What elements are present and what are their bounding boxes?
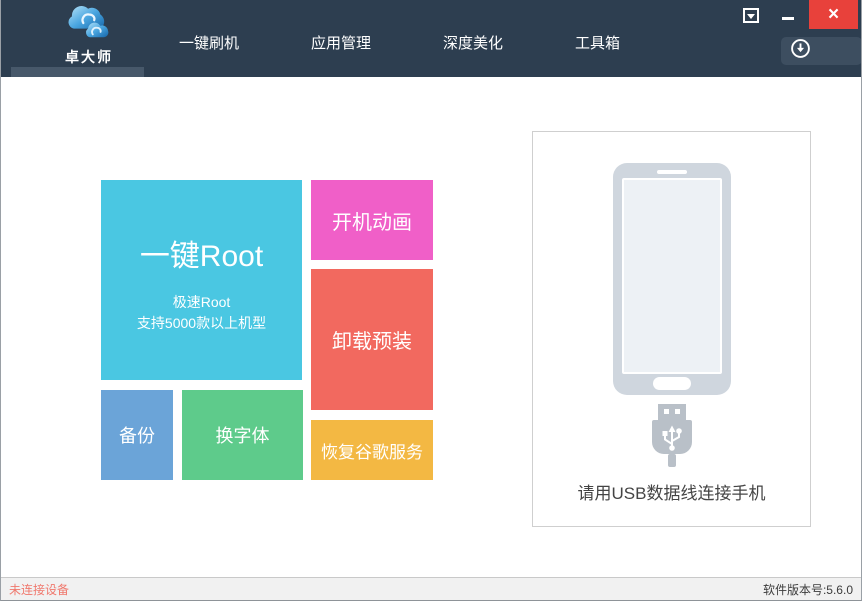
tile-root-sub-line1: 极速Root — [137, 292, 266, 313]
close-button[interactable]: × — [809, 0, 858, 29]
tile-backup[interactable]: 备份 — [101, 390, 173, 480]
phone-home-button — [653, 377, 691, 390]
cloud-logo-icon — [64, 5, 114, 46]
tile-uninstall-preinstalled[interactable]: 卸载预装 — [311, 269, 433, 410]
nav-item-beautify[interactable]: 深度美化 — [443, 32, 503, 53]
close-icon: × — [828, 4, 839, 26]
app-logo: 卓大师 — [49, 5, 129, 67]
tile-restore-google-label: 恢复谷歌服务 — [321, 438, 423, 463]
phone-screen — [622, 178, 722, 374]
nav-item-flash[interactable]: 一键刷机 — [179, 32, 239, 53]
smartphone-outline-icon — [613, 163, 731, 395]
status-bar: 未连接设备 软件版本号:5.6.0 — [1, 577, 861, 600]
download-button[interactable] — [781, 37, 862, 65]
device-status-text: 未连接设备 — [9, 581, 69, 598]
tile-restore-google-services[interactable]: 恢复谷歌服务 — [311, 420, 433, 480]
download-circle-icon — [790, 38, 811, 64]
logo-wordmark: 卓大师 — [65, 47, 113, 67]
phone-speaker — [657, 170, 687, 174]
tile-uninstall-label: 卸载预装 — [332, 325, 412, 354]
main-nav: 一键刷机 应用管理 深度美化 工具箱 — [179, 32, 620, 53]
header-bar: 卓大师 一键刷机 应用管理 深度美化 工具箱 × — [1, 0, 861, 77]
chevron-down-icon — [747, 14, 755, 19]
tile-change-font-label: 换字体 — [216, 422, 270, 448]
minimize-button[interactable] — [779, 8, 797, 24]
active-tab-indicator — [11, 67, 144, 77]
tile-change-font[interactable]: 换字体 — [182, 390, 303, 480]
minimize-icon — [782, 17, 794, 20]
skin-dropdown-button[interactable] — [743, 8, 759, 23]
usb-plug-icon — [647, 404, 697, 473]
app-window: 卓大师 一键刷机 应用管理 深度美化 工具箱 × — [0, 0, 862, 601]
connect-usb-message: 请用USB数据线连接手机 — [533, 479, 810, 504]
tile-backup-label: 备份 — [119, 422, 155, 448]
tile-root-subtitle: 极速Root 支持5000款以上机型 — [137, 292, 266, 334]
tile-root-title: 一键Root — [140, 236, 263, 278]
tile-one-key-root[interactable]: 一键Root 极速Root 支持5000款以上机型 — [101, 180, 302, 380]
tile-boot-animation[interactable]: 开机动画 — [311, 180, 433, 260]
version-text: 软件版本号:5.6.0 — [763, 581, 853, 598]
tile-boot-animation-label: 开机动画 — [332, 206, 412, 235]
device-connection-panel: 请用USB数据线连接手机 — [532, 131, 811, 527]
tile-root-sub-line2: 支持5000款以上机型 — [137, 313, 266, 334]
nav-item-app-manager[interactable]: 应用管理 — [311, 32, 371, 53]
nav-item-toolbox[interactable]: 工具箱 — [575, 32, 620, 53]
